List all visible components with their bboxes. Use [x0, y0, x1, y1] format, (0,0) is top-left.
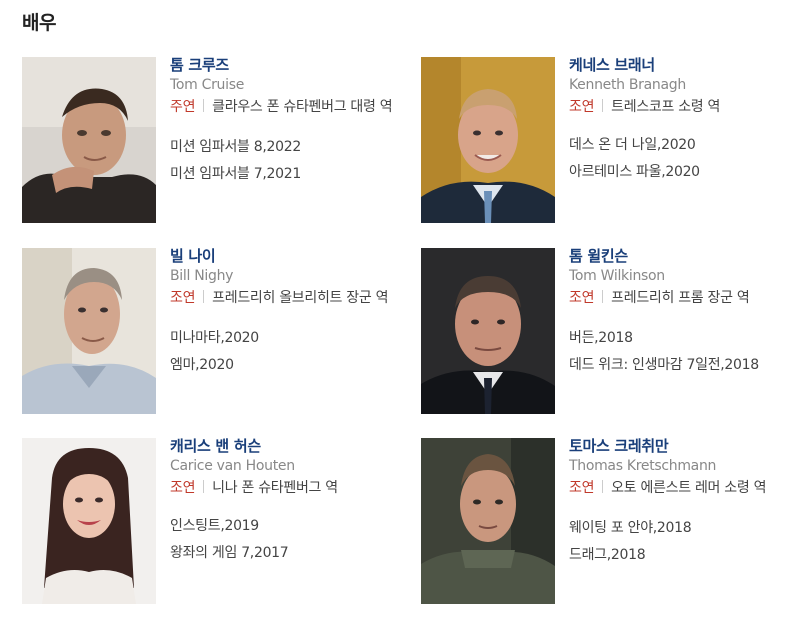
actor-english-name: Thomas Kretschmann	[569, 458, 717, 474]
role-type-badge: 조연	[569, 480, 595, 496]
role-name: 니나 폰 슈타펜버그 역	[212, 480, 338, 496]
actor-english-name: Kenneth Branagh	[569, 77, 686, 93]
role-name: 클라우스 폰 슈타펜버그 대령 역	[212, 99, 393, 115]
filmography-item[interactable]: 왕좌의 게임 7,2017	[170, 540, 400, 567]
divider	[602, 99, 604, 112]
actor-card: 케네스 브래너 Kenneth Branagh 조연 트레스코프 소령 역 데스 …	[421, 56, 796, 227]
divider	[602, 480, 604, 493]
actor-name-link[interactable]: 토마스 크레취만	[569, 437, 796, 455]
filmography-item[interactable]: 드래그,2018	[569, 542, 796, 569]
actor-english-name: Tom Wilkinson	[569, 268, 665, 284]
filmography-item[interactable]: 미션 임파서블 8,2022	[170, 134, 400, 161]
section-title: 배우	[22, 12, 56, 34]
filmography-item[interactable]: 데드 위크: 인생마감 7일전,2018	[569, 352, 796, 379]
filmography-item[interactable]: 웨이팅 포 안야,2018	[569, 515, 796, 542]
filmography-item[interactable]: 버든,2018	[569, 325, 796, 352]
role-line: 조연 니나 폰 슈타펜버그 역	[170, 477, 400, 499]
actor-name-link[interactable]: 톰 윌킨슨	[569, 247, 796, 265]
filmography-item[interactable]: 미나마타,2020	[170, 325, 400, 352]
actor-photo[interactable]	[22, 248, 156, 414]
actor-info: 케네스 브래너 Kenneth Branagh 조연 트레스코프 소령 역 데스 …	[569, 56, 796, 186]
actor-english-name: Tom Cruise	[170, 77, 245, 93]
role-type-badge: 조연	[170, 480, 196, 496]
role-line: 주연 클라우스 폰 슈타펜버그 대령 역	[170, 96, 400, 118]
actor-name-link[interactable]: 빌 나이	[170, 247, 400, 265]
actor-card: 캐리스 밴 허슨 Carice van Houten 조연 니나 폰 슈타펜버그 …	[22, 437, 402, 608]
actor-photo[interactable]	[421, 57, 555, 223]
role-line: 조연 프레드리히 올브리히트 장군 역	[170, 287, 400, 309]
role-line: 조연 트레스코프 소령 역	[569, 96, 796, 118]
divider	[602, 290, 604, 303]
actor-info: 톰 윌킨슨 Tom Wilkinson 조연 프레드리히 프롬 장군 역 버든,2…	[569, 247, 796, 379]
actor-info: 토마스 크레취만 Thomas Kretschmann 조연 오토 에른스트 레머…	[569, 437, 796, 569]
filmography-item[interactable]: 데스 온 더 나일,2020	[569, 132, 796, 159]
role-type-badge: 조연	[569, 290, 595, 306]
filmography-item[interactable]: 미션 임파서블 7,2021	[170, 161, 400, 188]
filmography-list: 웨이팅 포 안야,2018 드래그,2018	[569, 515, 796, 569]
role-type-badge: 조연	[569, 99, 595, 115]
actor-card: 토마스 크레취만 Thomas Kretschmann 조연 오토 에른스트 레머…	[421, 437, 796, 608]
divider	[203, 99, 205, 112]
actor-card: 빌 나이 Bill Nighy 조연 프레드리히 올브리히트 장군 역 미나마타,…	[22, 247, 402, 418]
filmography-item[interactable]: 아르테미스 파울,2020	[569, 159, 796, 186]
filmography-list: 인스팅트,2019 왕좌의 게임 7,2017	[170, 513, 400, 567]
actor-card: 톰 크루즈 Tom Cruise 주연 클라우스 폰 슈타펜버그 대령 역 미션 …	[22, 56, 402, 227]
actor-info: 빌 나이 Bill Nighy 조연 프레드리히 올브리히트 장군 역 미나마타,…	[170, 247, 400, 379]
actor-photo[interactable]	[421, 248, 555, 414]
role-name: 프레드리히 프롬 장군 역	[611, 290, 750, 306]
filmography-list: 미션 임파서블 8,2022 미션 임파서블 7,2021	[170, 134, 400, 188]
actor-name-link[interactable]: 캐리스 밴 허슨	[170, 437, 400, 455]
actor-photo[interactable]	[22, 438, 156, 604]
filmography-list: 미나마타,2020 엠마,2020	[170, 325, 400, 379]
role-line: 조연 오토 에른스트 레머 소령 역	[569, 477, 796, 499]
actor-name-link[interactable]: 케네스 브래너	[569, 56, 796, 74]
actor-info: 톰 크루즈 Tom Cruise 주연 클라우스 폰 슈타펜버그 대령 역 미션 …	[170, 56, 400, 188]
actor-english-name: Bill Nighy	[170, 268, 234, 284]
filmography-item[interactable]: 인스팅트,2019	[170, 513, 400, 540]
actor-card: 톰 윌킨슨 Tom Wilkinson 조연 프레드리히 프롬 장군 역 버든,2…	[421, 247, 796, 418]
actor-name-link[interactable]: 톰 크루즈	[170, 56, 400, 74]
filmography-item[interactable]: 엠마,2020	[170, 352, 400, 379]
role-type-badge: 주연	[170, 99, 196, 115]
role-name: 프레드리히 올브리히트 장군 역	[212, 290, 389, 306]
role-name: 오토 에른스트 레머 소령 역	[611, 480, 767, 496]
role-line: 조연 프레드리히 프롬 장군 역	[569, 287, 796, 309]
actor-photo[interactable]	[421, 438, 555, 604]
role-type-badge: 조연	[170, 290, 196, 306]
role-name: 트레스코프 소령 역	[611, 99, 721, 115]
filmography-list: 버든,2018 데드 위크: 인생마감 7일전,2018	[569, 325, 796, 379]
divider	[203, 480, 205, 493]
actor-info: 캐리스 밴 허슨 Carice van Houten 조연 니나 폰 슈타펜버그 …	[170, 437, 400, 567]
divider	[203, 290, 205, 303]
actor-photo[interactable]	[22, 57, 156, 223]
actor-english-name: Carice van Houten	[170, 458, 295, 474]
filmography-list: 데스 온 더 나일,2020 아르테미스 파울,2020	[569, 132, 796, 186]
